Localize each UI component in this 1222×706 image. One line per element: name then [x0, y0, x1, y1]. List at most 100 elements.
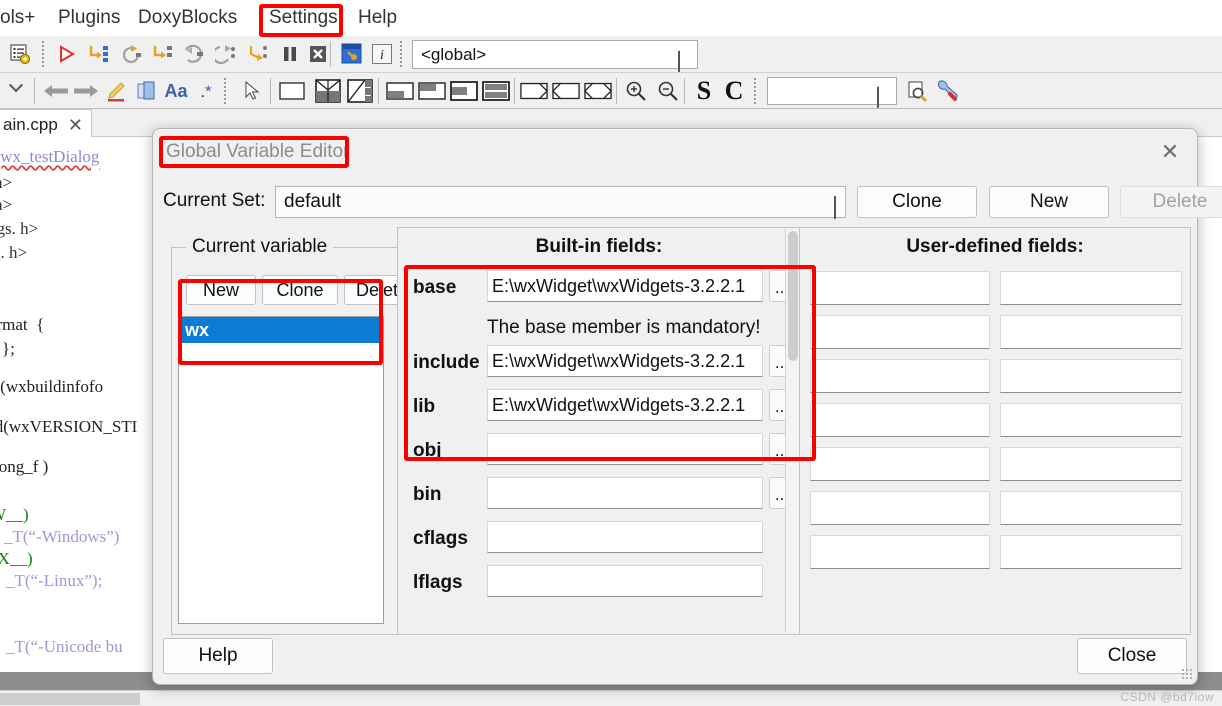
- toolbar-grip-3[interactable]: [222, 78, 228, 104]
- shape-split-quad-icon[interactable]: [314, 77, 342, 105]
- include-browse-button[interactable]: ...: [769, 345, 785, 377]
- bin-browse-button[interactable]: ...: [769, 477, 785, 509]
- new-set-button[interactable]: New: [989, 186, 1109, 218]
- current-variable-group: Current variable New Clone Delete wx: [171, 236, 420, 635]
- obj-browse-button[interactable]: ...: [769, 433, 785, 465]
- toolbar-grip-4[interactable]: [752, 78, 758, 104]
- horizontal-scrollbar[interactable]: [0, 690, 1222, 706]
- clipboard-compare-icon[interactable]: [132, 77, 160, 105]
- shape-rect-icon[interactable]: [278, 77, 306, 105]
- clone-set-button[interactable]: Clone: [857, 186, 977, 218]
- user-field-name-input[interactable]: [810, 447, 990, 481]
- editor-settings-icon[interactable]: [6, 40, 34, 68]
- nav-forward-icon[interactable]: [72, 77, 100, 105]
- user-field-name-input[interactable]: [810, 315, 990, 349]
- current-set-combo[interactable]: default: [275, 186, 846, 219]
- debug-step-into-icon[interactable]: [148, 40, 176, 68]
- user-field-value-input[interactable]: [1000, 359, 1182, 393]
- obj-input[interactable]: [487, 433, 763, 465]
- user-field-row: [808, 444, 1184, 488]
- user-field-name-input[interactable]: [810, 403, 990, 437]
- toolbar-grip[interactable]: [40, 41, 46, 67]
- symbol-s-icon[interactable]: S: [690, 77, 718, 105]
- align-left-icon[interactable]: [450, 77, 478, 105]
- lflags-input[interactable]: [487, 565, 763, 597]
- clone-variable-button[interactable]: Clone: [262, 275, 338, 305]
- chevron-down-icon-2: [877, 86, 888, 108]
- debugging-windows-icon[interactable]: [338, 40, 366, 68]
- align-fill-icon[interactable]: [482, 77, 510, 105]
- debug-next-line-icon[interactable]: [116, 40, 144, 68]
- align-bottom-icon[interactable]: [386, 77, 414, 105]
- user-field-name-input[interactable]: [810, 359, 990, 393]
- debug-run-to-cursor-icon[interactable]: [84, 40, 112, 68]
- zoom-in-icon[interactable]: [622, 77, 650, 105]
- field-label: cflags: [413, 528, 468, 549]
- highlight-pen-icon[interactable]: [102, 77, 130, 105]
- debug-stop-icon[interactable]: [304, 40, 332, 68]
- user-field-value-input[interactable]: [1000, 535, 1182, 569]
- debug-next-instr-icon[interactable]: [212, 40, 240, 68]
- toolbar-grip-2[interactable]: [398, 41, 404, 67]
- user-field-name-input[interactable]: [810, 491, 990, 525]
- close-icon[interactable]: ✕: [1157, 139, 1183, 165]
- lib-input[interactable]: E:\wxWidget\wxWidgets-3.2.2.1: [487, 389, 763, 421]
- code-line: h>: [0, 195, 13, 214]
- base-browse-button[interactable]: ...: [769, 270, 785, 302]
- debug-break-icon[interactable]: [276, 40, 304, 68]
- resize-grip[interactable]: [1181, 668, 1193, 680]
- user-field-value-input[interactable]: [1000, 271, 1182, 305]
- dropdown-toggle-icon[interactable]: [2, 77, 30, 105]
- close-icon[interactable]: ✕: [68, 116, 83, 134]
- bin-input[interactable]: [487, 477, 763, 509]
- code-line: fo(wxbuildinfofo: [0, 377, 104, 396]
- user-field-row: [808, 312, 1184, 356]
- user-field-value-input[interactable]: [1000, 447, 1182, 481]
- user-field-value-input[interactable]: [1000, 403, 1182, 437]
- find-icon[interactable]: [903, 77, 931, 105]
- shape-diagonal-icon[interactable]: [346, 77, 374, 105]
- zoom-out-icon[interactable]: [654, 77, 682, 105]
- menu-item-doxyblocks[interactable]: DoxyBlocks: [138, 7, 237, 29]
- scrollbar-thumb[interactable]: [788, 231, 798, 361]
- debug-step-instr-icon[interactable]: [244, 40, 272, 68]
- shape-diamond-icon[interactable]: [584, 77, 612, 105]
- user-field-name-input[interactable]: [810, 535, 990, 569]
- menu-item-settings[interactable]: Settings: [269, 7, 338, 29]
- include-input[interactable]: E:\wxWidget\wxWidgets-3.2.2.1: [487, 345, 763, 377]
- user-field-name-input[interactable]: [810, 271, 990, 305]
- debug-step-out-icon[interactable]: [180, 40, 208, 68]
- user-field-value-input[interactable]: [1000, 491, 1182, 525]
- base-input[interactable]: E:\wxWidget\wxWidgets-3.2.2.1: [487, 270, 763, 302]
- search-combo[interactable]: [767, 77, 897, 108]
- user-field-row: [808, 488, 1184, 532]
- lib-browse-button[interactable]: ...: [769, 389, 785, 421]
- shape-arrow-right-icon[interactable]: [520, 77, 548, 105]
- editor-tab-main-cpp[interactable]: ain.cpp ✕: [0, 109, 92, 137]
- tools-wrench-icon[interactable]: [933, 77, 961, 105]
- list-item[interactable]: wx: [179, 317, 383, 343]
- help-button[interactable]: Help: [163, 638, 273, 674]
- shape-arrow-left-icon[interactable]: [552, 77, 580, 105]
- variable-list[interactable]: wx: [178, 316, 384, 624]
- new-variable-button[interactable]: New: [186, 275, 256, 305]
- symbol-c-icon[interactable]: C: [720, 77, 748, 105]
- nav-back-icon[interactable]: [42, 77, 70, 105]
- align-top-icon[interactable]: [418, 77, 446, 105]
- debug-info-icon[interactable]: i: [368, 40, 396, 68]
- debug-continue-icon[interactable]: [52, 40, 80, 68]
- user-field-value-input[interactable]: [1000, 315, 1182, 349]
- pointer-select-icon[interactable]: [238, 77, 266, 105]
- builtin-fields-scrollbar[interactable]: [785, 229, 799, 633]
- regex-icon[interactable]: .*: [192, 77, 220, 105]
- menu-item-plugins[interactable]: Plugins: [58, 7, 120, 29]
- match-case-icon[interactable]: Aa: [162, 77, 190, 105]
- scope-combo[interactable]: <global>: [412, 40, 698, 72]
- menu-item-tools-plus[interactable]: ols+: [0, 7, 35, 29]
- builtin-fields-group: Built-in fields: base E:\wxWidget\wxWidg…: [397, 227, 801, 635]
- builtin-field-row-lflags: lflags: [399, 562, 785, 606]
- cflags-input[interactable]: [487, 521, 763, 553]
- scrollbar-thumb[interactable]: [0, 693, 140, 705]
- close-button[interactable]: Close: [1077, 638, 1187, 674]
- menu-item-help[interactable]: Help: [358, 7, 397, 29]
